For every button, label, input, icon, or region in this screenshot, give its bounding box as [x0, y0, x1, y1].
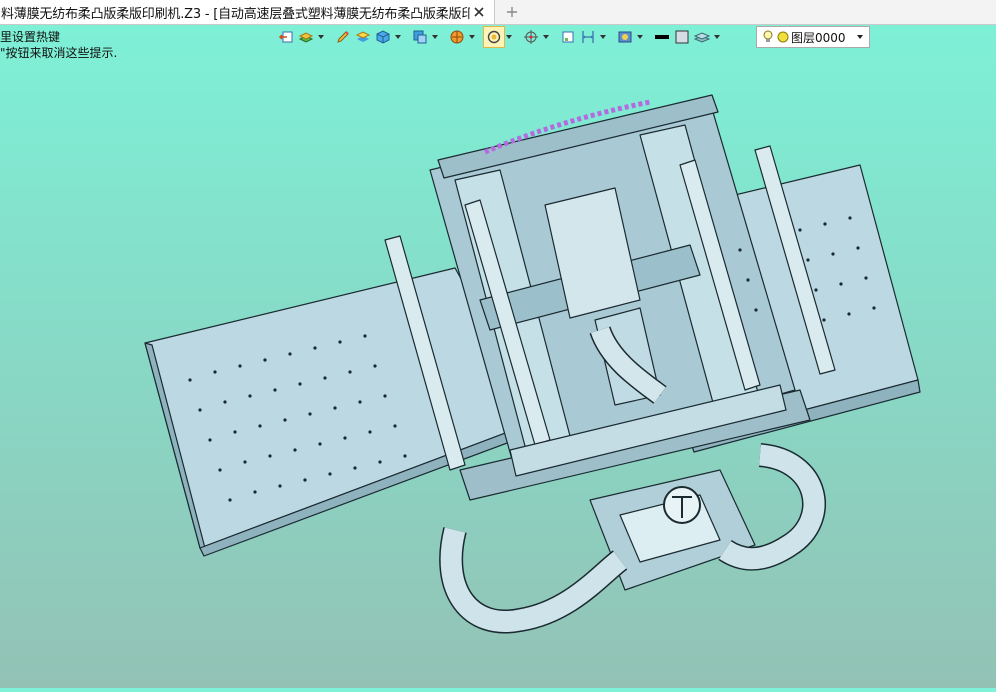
layers-icon[interactable]: [692, 27, 712, 47]
dimension-dropdown[interactable]: [598, 27, 607, 47]
document-tab-title: 料薄膜无纺布柔凸版柔版印刷机.Z3 - [自动高速层叠式塑料薄膜无纺布柔凸版柔版…: [1, 6, 470, 22]
solid-box-icon[interactable]: [373, 27, 393, 47]
plus-icon[interactable]: [503, 3, 521, 21]
layer-tools-dropdown[interactable]: [316, 27, 325, 47]
dimension-icon[interactable]: [578, 27, 598, 47]
layer-color-dot-icon[interactable]: [777, 31, 789, 43]
shell-dropdown[interactable]: [430, 27, 439, 47]
fill-color-icon[interactable]: [672, 27, 692, 47]
material-dropdown[interactable]: [467, 27, 476, 47]
extrude-icon[interactable]: [353, 27, 373, 47]
snap-dropdown[interactable]: [541, 27, 550, 47]
close-icon[interactable]: [470, 3, 488, 21]
lightbulb-icon[interactable]: [762, 30, 774, 44]
layers-dropdown[interactable]: [712, 27, 721, 47]
layer-tools-icon[interactable]: [296, 27, 316, 47]
3d-viewport[interactable]: [0, 50, 996, 688]
graphics-toolbar: [276, 26, 721, 48]
render-dropdown[interactable]: [635, 27, 644, 47]
layer-select-value: 图层0000: [791, 30, 846, 45]
tab-bar: 料薄膜无纺布柔凸版柔版印刷机.Z3 - [自动高速层叠式塑料薄膜无纺布柔凸版柔版…: [0, 0, 996, 25]
exit-sketch-icon[interactable]: [276, 27, 296, 47]
hint-line-1: 里设置热键: [0, 30, 61, 44]
shell-icon[interactable]: [410, 27, 430, 47]
pencil-edit-icon[interactable]: [333, 27, 353, 47]
solid-dropdown[interactable]: [393, 27, 402, 47]
render-icon[interactable]: [615, 27, 635, 47]
snap-target-icon[interactable]: [521, 27, 541, 47]
chevron-down-icon[interactable]: [857, 35, 863, 39]
layer-select[interactable]: 图层0000: [756, 26, 870, 48]
document-tab[interactable]: 料薄膜无纺布柔凸版柔版印刷机.Z3 - [自动高速层叠式塑料薄膜无纺布柔凸版柔版…: [0, 0, 495, 24]
rectangle-icon[interactable]: [558, 27, 578, 47]
line-color-icon[interactable]: [652, 27, 672, 47]
material-icon[interactable]: [447, 27, 467, 47]
sketch-circle-icon[interactable]: [483, 26, 505, 48]
machine-model: [144, 94, 921, 634]
sketch-circle-dropdown[interactable]: [504, 27, 513, 47]
